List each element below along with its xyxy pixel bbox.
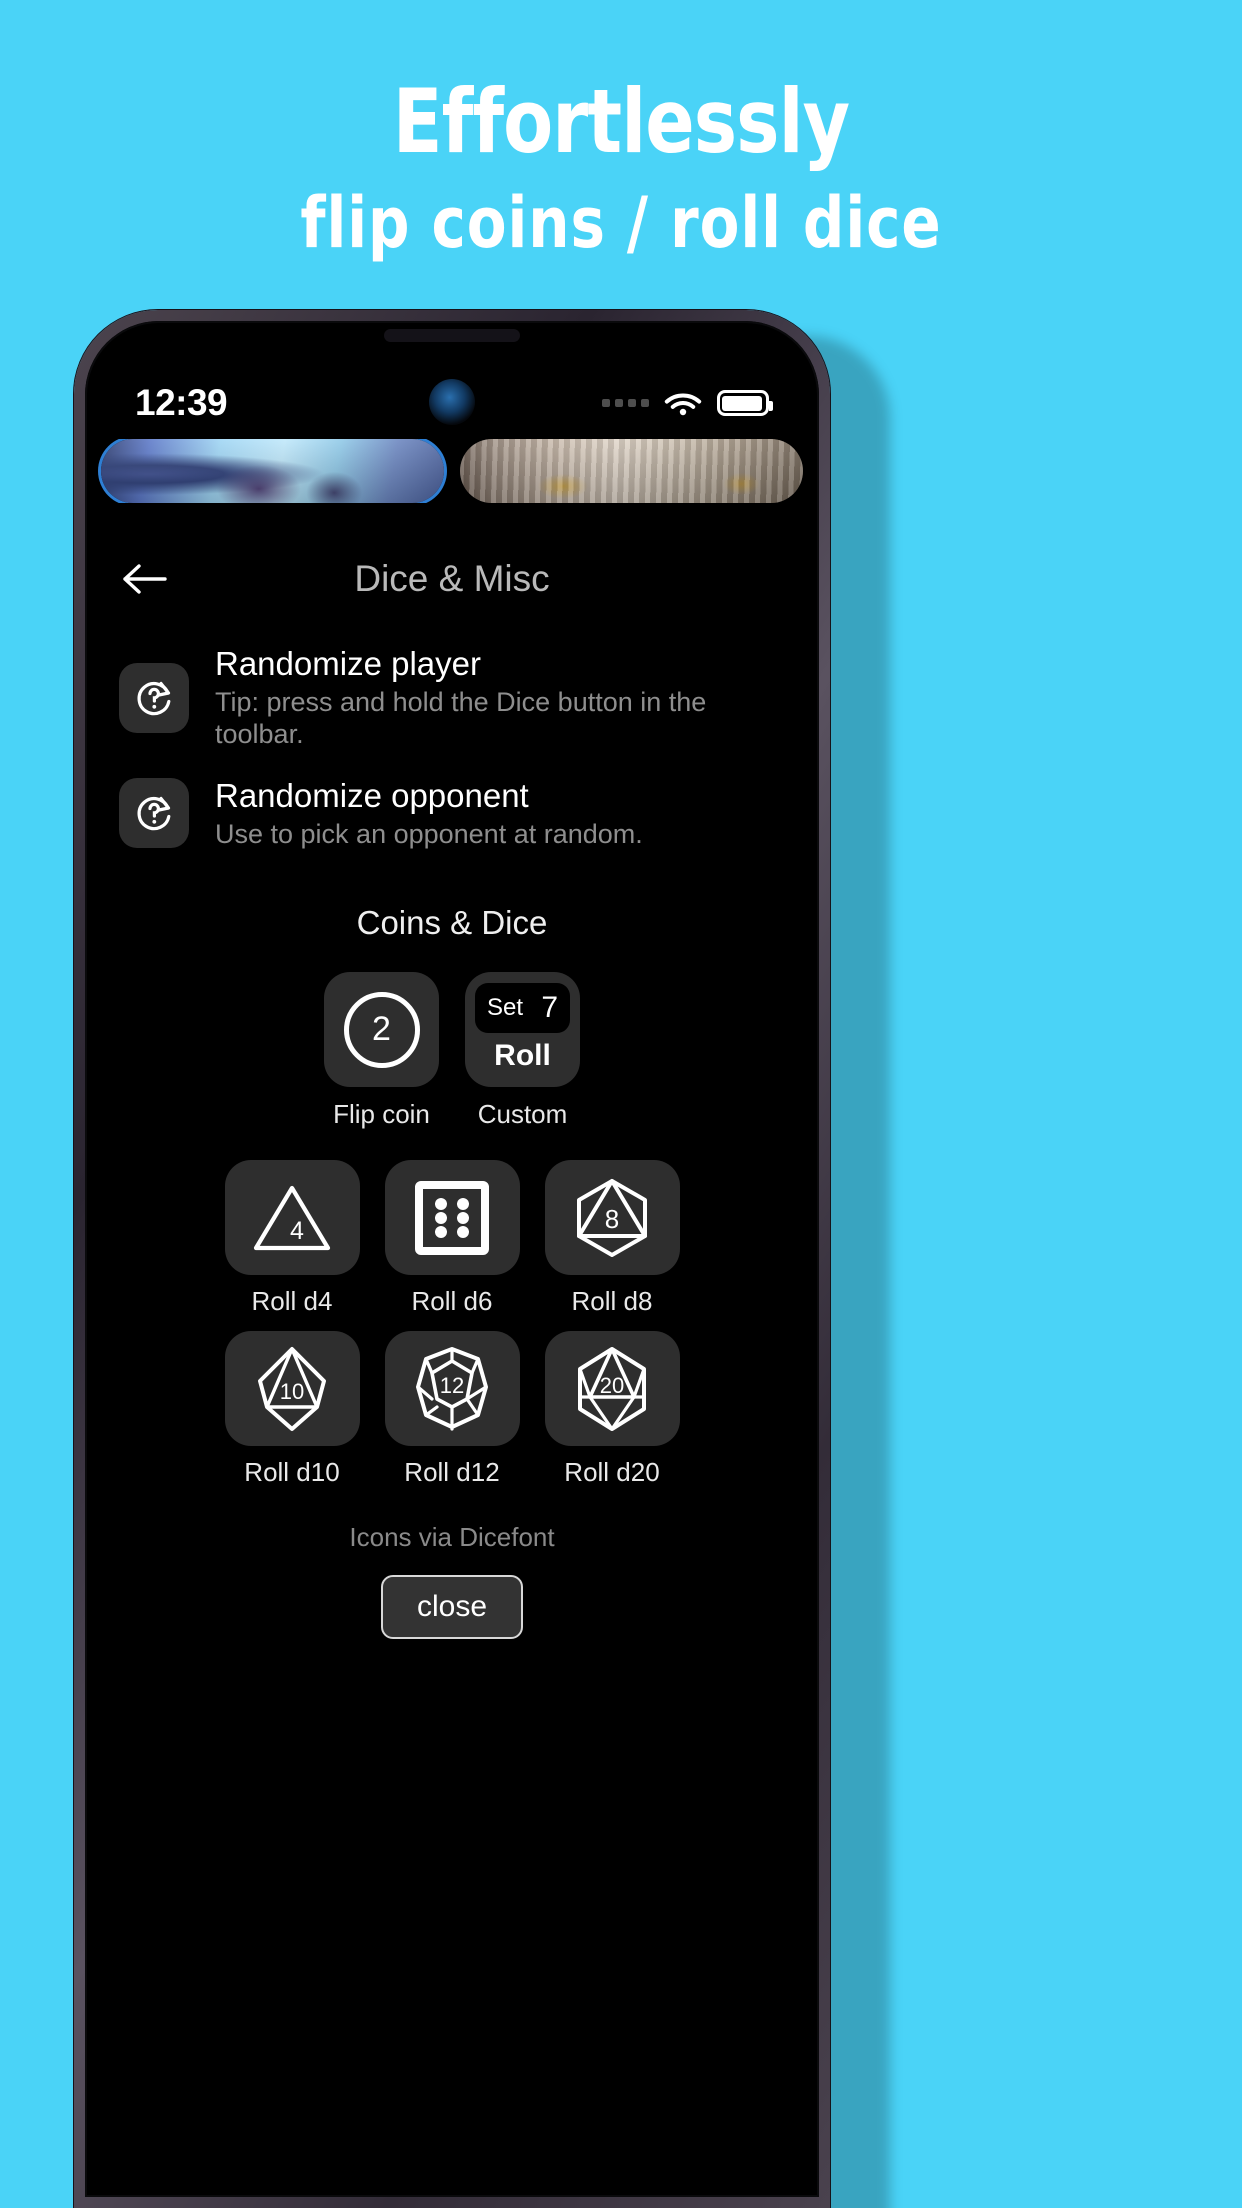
status-clock: 12:39 <box>135 382 228 423</box>
list-item-subtitle: Tip: press and hold the Dice button in t… <box>215 686 707 750</box>
card-thumbnail-strip <box>85 439 819 503</box>
d20-value: 20 <box>600 1373 624 1398</box>
d10-value: 10 <box>280 1379 304 1404</box>
die-cell-d20: 20 Roll d20 <box>544 1331 680 1488</box>
roll-d4-label: Roll d4 <box>251 1286 333 1317</box>
custom-label: Custom <box>477 1099 568 1130</box>
die-cell-d10: 10 Roll d10 <box>224 1331 360 1488</box>
roll-d8-button[interactable]: 8 <box>544 1160 680 1276</box>
custom-roll-cell: Set 7 Roll Custom <box>465 972 580 1130</box>
list-item-randomize-player[interactable]: Randomize player Tip: press and hold the… <box>85 637 819 759</box>
randomize-question-icon <box>119 662 189 733</box>
die-cell-d12: 12 Roll d12 <box>384 1331 520 1488</box>
roll-d6-button[interactable] <box>384 1160 520 1276</box>
die-cell-d6: Roll d6 <box>384 1160 520 1317</box>
d12-icon: 12 <box>416 1346 488 1431</box>
set-value: 7 <box>541 991 558 1025</box>
coin-value: 2 <box>372 1010 391 1049</box>
section-title-coins-dice: Coins & Dice <box>356 904 548 942</box>
list-item-texts: Randomize player Tip: press and hold the… <box>215 645 785 751</box>
set-label: Set <box>487 994 524 1022</box>
custom-roll-button[interactable]: Set 7 Roll <box>465 972 580 1088</box>
promo-headline: Effortlessly <box>392 70 850 173</box>
coin-and-custom-row: 2 Flip coin Set 7 Roll Custom <box>85 972 819 1130</box>
signal-dots-icon <box>602 399 649 407</box>
dice-grid: 4 Roll d4 Roll d6 8 Roll d8 10 Roll d10 … <box>85 1160 819 1488</box>
phone-screen: 12:39 Dice & Misc Randomize player Tip: … <box>85 321 819 2197</box>
wifi-icon <box>664 389 702 417</box>
flip-coin-cell: 2 Flip coin <box>324 972 439 1130</box>
app-bar: Dice & Misc <box>85 531 819 627</box>
roll-d10-button[interactable]: 10 <box>224 1331 360 1447</box>
battery-full-icon <box>717 390 773 416</box>
roll-d20-label: Roll d20 <box>564 1457 660 1488</box>
app-content: Dice & Misc Randomize player Tip: press … <box>85 531 819 1640</box>
front-camera-icon <box>429 379 475 425</box>
d8-value: 8 <box>605 1204 619 1234</box>
d20-icon: 20 <box>578 1346 646 1431</box>
roll-d20-button[interactable]: 20 <box>544 1331 680 1447</box>
d6-icon <box>415 1180 489 1255</box>
list-item-title: Randomize player <box>215 645 481 682</box>
card-thumbnail-right[interactable] <box>460 439 803 503</box>
roll-d6-label: Roll d6 <box>411 1286 493 1317</box>
die-cell-d8: 8 Roll d8 <box>544 1160 680 1317</box>
die-cell-d4: 4 Roll d4 <box>224 1160 360 1317</box>
list-item-texts: Randomize opponent Use to pick an oppone… <box>215 777 643 850</box>
roll-d12-label: Roll d12 <box>404 1457 500 1488</box>
back-arrow-icon[interactable] <box>119 553 171 605</box>
d8-icon: 8 <box>577 1178 647 1257</box>
roll-d4-button[interactable]: 4 <box>224 1160 360 1276</box>
roll-d12-button[interactable]: 12 <box>384 1331 520 1447</box>
coin-icon: 2 <box>343 991 420 1068</box>
randomize-question-icon <box>119 778 189 849</box>
phone-frame: 12:39 Dice & Misc Randomize player Tip: … <box>74 310 830 2208</box>
page-title: Dice & Misc <box>354 558 550 599</box>
card-thumbnail-left[interactable] <box>101 439 444 503</box>
roll-d10-label: Roll d10 <box>244 1457 340 1488</box>
d4-value: 4 <box>290 1217 304 1245</box>
flip-coin-button[interactable]: 2 <box>324 972 439 1088</box>
close-button-row: close <box>85 1575 819 1640</box>
d12-value: 12 <box>440 1373 464 1398</box>
list-item-randomize-opponent[interactable]: Randomize opponent Use to pick an oppone… <box>85 769 819 858</box>
roll-d8-label: Roll d8 <box>571 1286 653 1317</box>
phone-notch <box>384 329 520 342</box>
promo-subheadline: flip coins / roll dice <box>300 182 942 264</box>
status-indicators <box>602 389 773 417</box>
d10-icon: 10 <box>258 1346 326 1431</box>
custom-set-input[interactable]: Set 7 <box>475 983 570 1034</box>
list-item-subtitle: Use to pick an opponent at random. <box>215 818 643 849</box>
promo-header: Effortlessly flip coins / roll dice <box>0 70 1242 264</box>
flip-coin-label: Flip coin <box>333 1099 430 1130</box>
list-item-title: Randomize opponent <box>215 776 529 814</box>
close-button[interactable]: close <box>380 1575 524 1640</box>
roll-label: Roll <box>494 1038 551 1072</box>
icon-credit: Icons via Dicefont <box>349 1522 555 1553</box>
d4-icon: 4 <box>253 1185 331 1250</box>
